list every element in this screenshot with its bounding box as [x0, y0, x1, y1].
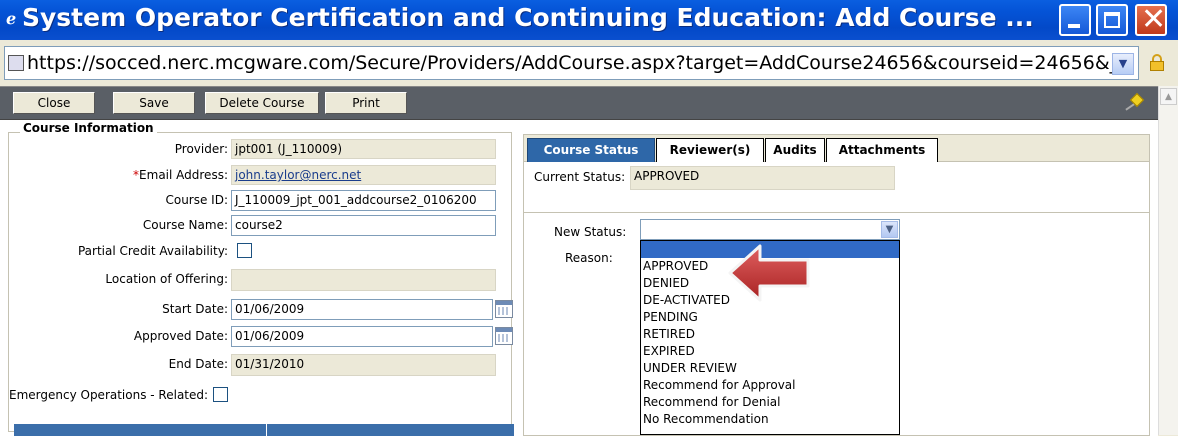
emergency-operations-label: Emergency Operations - Related: — [9, 388, 209, 402]
partial-credit-label: Partial Credit Availability: — [77, 244, 228, 258]
lock-icon[interactable] — [1150, 54, 1164, 71]
current-status-row: Current Status: APPROVED — [523, 162, 1150, 213]
calendar-icon[interactable] — [495, 300, 513, 318]
maximize-button[interactable] — [1096, 4, 1128, 36]
start-date-label: Start Date: — [162, 302, 228, 316]
approved-date-label: Approved Date: — [133, 329, 228, 343]
window-title-bar[interactable]: ℯ System Operator Certification and Cont… — [0, 0, 1178, 40]
chevron-down-icon[interactable]: ▼ — [881, 221, 898, 238]
location-label: Location of Offering: — [105, 272, 228, 286]
current-status-value: APPROVED — [630, 166, 895, 190]
email-link[interactable]: john.taylor@nerc.net — [235, 168, 361, 182]
vertical-scrollbar[interactable]: ▲ — [1158, 86, 1178, 435]
save-button[interactable]: Save — [113, 92, 195, 114]
email-value: john.taylor@nerc.net — [231, 165, 496, 185]
url-text: https://socced.nerc.mcgware.com/Secure/P… — [27, 52, 1131, 74]
dropdown-option[interactable]: PENDING — [641, 309, 899, 326]
start-date-field[interactable]: 01/06/2009 — [231, 299, 493, 320]
pin-icon[interactable] — [1122, 92, 1145, 113]
tab-course-status[interactable]: Course Status — [527, 138, 655, 162]
course-id-field[interactable]: J_110009_jpt_001_addcourse2_0106200 — [231, 190, 496, 211]
url-field[interactable]: https://socced.nerc.mcgware.com/Secure/P… — [4, 46, 1139, 80]
tab-attachments[interactable]: Attachments — [826, 138, 938, 162]
close-icon: ✕ — [1141, 2, 1167, 37]
current-status-label: Current Status: — [534, 170, 626, 184]
course-information-legend: Course Information — [20, 121, 157, 135]
course-name-field[interactable]: course2 — [231, 215, 496, 236]
new-status-label: New Status: — [554, 225, 627, 239]
reason-label: Reason: — [565, 251, 613, 265]
emergency-operations-checkbox[interactable] — [213, 387, 228, 402]
end-date-value: 01/31/2010 — [231, 354, 496, 376]
chevron-down-icon[interactable]: ▼ — [1112, 53, 1134, 75]
approved-date-field[interactable]: 01/06/2009 — [231, 326, 493, 347]
course-information-panel: Course Information Provider: jpt001 (J_1… — [0, 120, 515, 436]
email-label: *Email Address: — [133, 168, 228, 182]
dropdown-option[interactable]: No Recommendation — [641, 411, 899, 428]
delete-course-button[interactable]: Delete Course — [205, 92, 319, 114]
email-label-text: Email Address: — [139, 168, 228, 182]
new-status-select[interactable]: ▼ — [640, 219, 900, 240]
page-icon — [8, 55, 24, 71]
tab-strip: Course Status Reviewer(s) Audits Attachm… — [523, 134, 1150, 162]
tab-reviewers[interactable]: Reviewer(s) — [656, 138, 764, 162]
dropdown-option[interactable]: EXPIRED — [641, 343, 899, 360]
dropdown-option[interactable]: UNDER REVIEW — [641, 360, 899, 377]
close-window-button[interactable]: ✕ — [1135, 2, 1167, 37]
provider-value: jpt001 (J_110009) — [231, 139, 496, 159]
close-button[interactable]: Close — [13, 92, 95, 114]
grid-header — [14, 424, 514, 436]
address-bar: https://socced.nerc.mcgware.com/Secure/P… — [0, 40, 1178, 86]
minimize-button[interactable] — [1059, 4, 1091, 36]
course-id-label: Course ID: — [165, 193, 228, 207]
toolbar: Close Save Delete Course Print — [0, 87, 1158, 120]
partial-credit-checkbox[interactable] — [237, 243, 252, 258]
dropdown-option[interactable]: Recommend for Denial — [641, 394, 899, 411]
dropdown-option[interactable]: RETIRED — [641, 326, 899, 343]
end-date-label: End Date: — [168, 357, 228, 371]
window-title: System Operator Certification and Contin… — [22, 3, 1034, 32]
print-button[interactable]: Print — [325, 92, 407, 114]
location-value — [231, 269, 496, 291]
provider-label: Provider: — [174, 142, 228, 156]
page-content: Close Save Delete Course Print Course In… — [0, 86, 1158, 436]
calendar-icon[interactable] — [495, 327, 513, 345]
ie-icon: ℯ — [6, 9, 17, 28]
dropdown-option[interactable]: Recommend for Approval — [641, 377, 899, 394]
annotation-arrow — [728, 244, 810, 302]
scroll-up-icon[interactable]: ▲ — [1160, 88, 1177, 105]
course-name-label: Course Name: — [142, 218, 228, 232]
tab-audits[interactable]: Audits — [765, 138, 825, 162]
